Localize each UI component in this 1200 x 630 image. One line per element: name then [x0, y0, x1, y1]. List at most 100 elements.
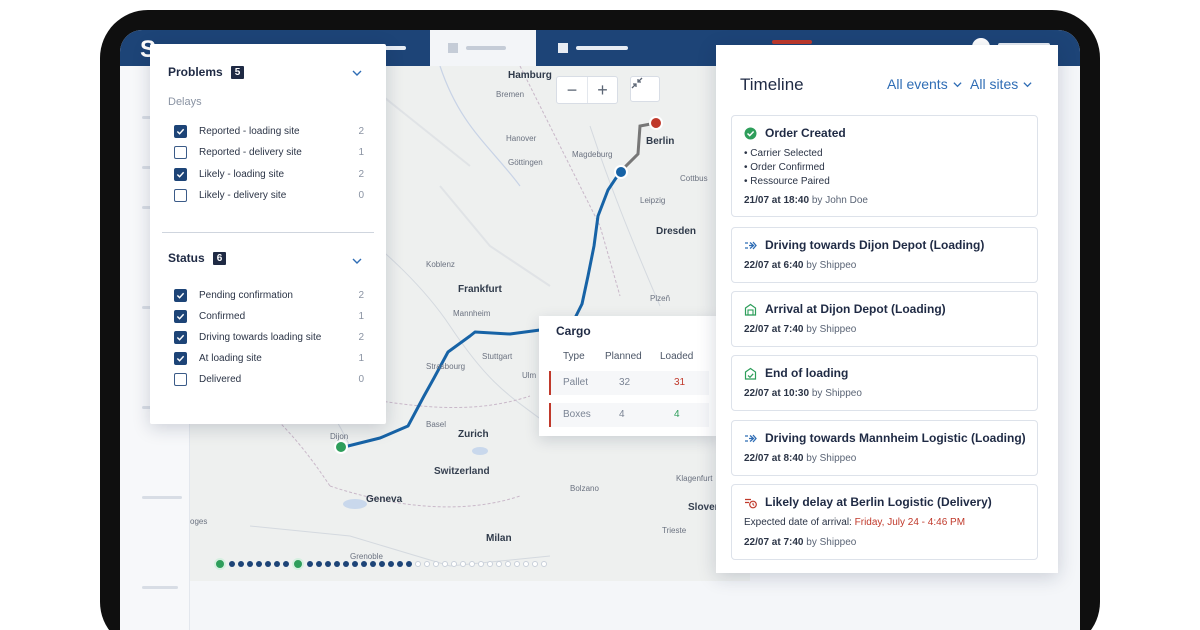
event-meta: 22/07 at 10:30 by Shippeo: [744, 388, 862, 399]
checkbox-checked[interactable]: [174, 309, 187, 323]
timeline-event-card[interactable]: Order Created • Carrier Selected • Order C…: [731, 115, 1038, 217]
map-city-label: Bolzano: [570, 484, 599, 493]
event-author: Shippeo: [819, 324, 857, 335]
event-author: Shippeo: [819, 260, 857, 271]
problems-section-header[interactable]: Problems 5: [168, 65, 245, 79]
cargo-header-type: Type: [563, 351, 585, 362]
filter-option-label: Confirmed: [199, 310, 246, 322]
timeline-event-card[interactable]: Arrival at Dijon Depot (Loading) 22/07 at…: [731, 291, 1038, 347]
filter-option-count: 2: [358, 168, 364, 180]
filter-option[interactable]: Confirmed 1: [174, 308, 364, 324]
check-icon: [176, 171, 185, 178]
map-city-label: Leipzig: [640, 196, 666, 205]
checkbox-unchecked[interactable]: [174, 373, 187, 387]
cargo-planned: 32: [619, 377, 631, 388]
filters-panel: Problems 5 Delays Reported - loading sit…: [150, 44, 386, 424]
route-progress-dot: [388, 561, 394, 567]
route-progress-dot: [352, 561, 358, 567]
filter-option[interactable]: Reported - delivery site 1: [174, 145, 364, 161]
filter-option[interactable]: Likely - loading site 2: [174, 166, 364, 182]
route-progress-dot: [424, 561, 430, 567]
route-progress-dot: [433, 561, 439, 567]
status-section-header[interactable]: Status 6: [168, 251, 227, 265]
all-events-dropdown[interactable]: All events: [887, 76, 962, 92]
timeline-event-card[interactable]: Driving towards Dijon Depot (Loading) 22/…: [731, 227, 1038, 283]
filter-option[interactable]: Pending confirmation 2: [174, 287, 364, 303]
map-city-label: Zurich: [458, 429, 489, 440]
map-country-label: Switzerland: [434, 466, 490, 477]
chevron-down-icon[interactable]: [352, 68, 362, 78]
route-progress-dot: [532, 561, 538, 567]
filter-option-count: 1: [358, 353, 364, 365]
map-city-label: Klagenfurt: [676, 474, 713, 483]
filter-option-count: 0: [358, 190, 364, 201]
event-detail-item: • Ressource Paired: [744, 176, 830, 187]
checkbox-checked[interactable]: [174, 330, 187, 344]
route-progress-dot: [334, 561, 340, 567]
checkbox-checked[interactable]: [174, 167, 187, 181]
chevron-down-icon: [1023, 81, 1032, 87]
problems-count-badge: 5: [230, 65, 245, 79]
event-title: Driving towards Mannheim Logistic (Loadi…: [765, 431, 1026, 445]
event-title-row: Driving towards Mannheim Logistic (Loadi…: [744, 431, 1026, 445]
filter-option-count: 1: [358, 310, 364, 322]
map-city-label: Geneva: [366, 494, 403, 505]
event-author: John Doe: [825, 195, 868, 206]
filter-option-count: 2: [358, 289, 364, 301]
filter-option[interactable]: Delivered 0: [174, 372, 364, 388]
zoom-out-button[interactable]: −: [557, 77, 587, 103]
route-progress-dot: [523, 561, 529, 567]
filter-option[interactable]: Driving towards loading site 2: [174, 329, 364, 345]
check-circle-icon: [744, 127, 757, 139]
checkbox-unchecked[interactable]: [174, 189, 187, 202]
route-progress-dot: [415, 561, 421, 567]
route-progress-dot: [397, 561, 403, 567]
truck-arrow-icon: [745, 241, 757, 249]
cargo-header-planned: Planned: [605, 351, 642, 362]
timeline-panel: Timeline All events All sites Order Crea…: [716, 45, 1058, 573]
nav-tab-active[interactable]: [430, 30, 536, 66]
filter-option-label: Likely - delivery site: [199, 190, 287, 201]
event-title: Order Created: [765, 126, 846, 140]
route-progress-dot: [451, 561, 457, 567]
zoom-in-button[interactable]: +: [587, 77, 617, 103]
timeline-event-card[interactable]: Likely delay at Berlin Logistic (Deliver…: [731, 484, 1038, 560]
checkbox-checked[interactable]: [174, 352, 187, 366]
route-progress-dot: [283, 561, 289, 567]
event-date: 22/07 at 7:40: [744, 324, 804, 335]
map-city-label: Dresden: [656, 226, 697, 237]
collapse-map-button[interactable]: [630, 76, 660, 102]
event-date: 22/07 at 6:40: [744, 260, 804, 271]
event-by: by: [806, 324, 817, 335]
checkbox-checked[interactable]: [174, 288, 187, 302]
chevron-down-icon[interactable]: [352, 256, 362, 266]
tab-placeholder: [466, 46, 506, 50]
filter-option[interactable]: At loading site 1: [174, 351, 364, 367]
filter-option[interactable]: Reported - loading site 2: [174, 123, 364, 139]
delays-subtitle: Delays: [168, 96, 202, 108]
map-city-label: Frankfurt: [458, 284, 502, 295]
cargo-popup: Cargo Type Planned Loaded Pallet 32 31 Boxe…: [539, 316, 718, 436]
filter-option[interactable]: Likely - delivery site 0: [174, 188, 364, 204]
all-sites-dropdown[interactable]: All sites: [970, 76, 1032, 92]
timeline-event-card[interactable]: End of loading 22/07 at 10:30 by Shippeo: [731, 355, 1038, 411]
map-city-label: Hanover: [506, 134, 537, 143]
nav-placeholder[interactable]: [576, 46, 628, 50]
route-progress-dot: [361, 561, 367, 567]
map-city-label: Cottbus: [680, 174, 708, 183]
map-city-label: Göttingen: [508, 158, 543, 167]
cargo-row: Pallet 32 31: [549, 371, 709, 395]
checkbox-checked[interactable]: [174, 124, 187, 138]
route-progress-dot: [442, 561, 448, 567]
filter-option-count: 2: [358, 125, 364, 137]
event-title-row: Driving towards Dijon Depot (Loading): [744, 238, 984, 252]
cargo-header-loaded: Loaded: [660, 351, 694, 362]
event-title-row: Order Created: [744, 126, 846, 140]
filter-option-label: At loading site: [199, 353, 262, 365]
timeline-event-card[interactable]: Driving towards Mannheim Logistic (Loadi…: [731, 420, 1038, 476]
all-sites-label: All sites: [970, 76, 1019, 92]
event-title-row: Likely delay at Berlin Logistic (Deliver…: [744, 495, 992, 509]
tab-icon: [558, 43, 568, 53]
event-detail-item: • Carrier Selected: [744, 148, 823, 159]
checkbox-unchecked[interactable]: [174, 146, 187, 159]
